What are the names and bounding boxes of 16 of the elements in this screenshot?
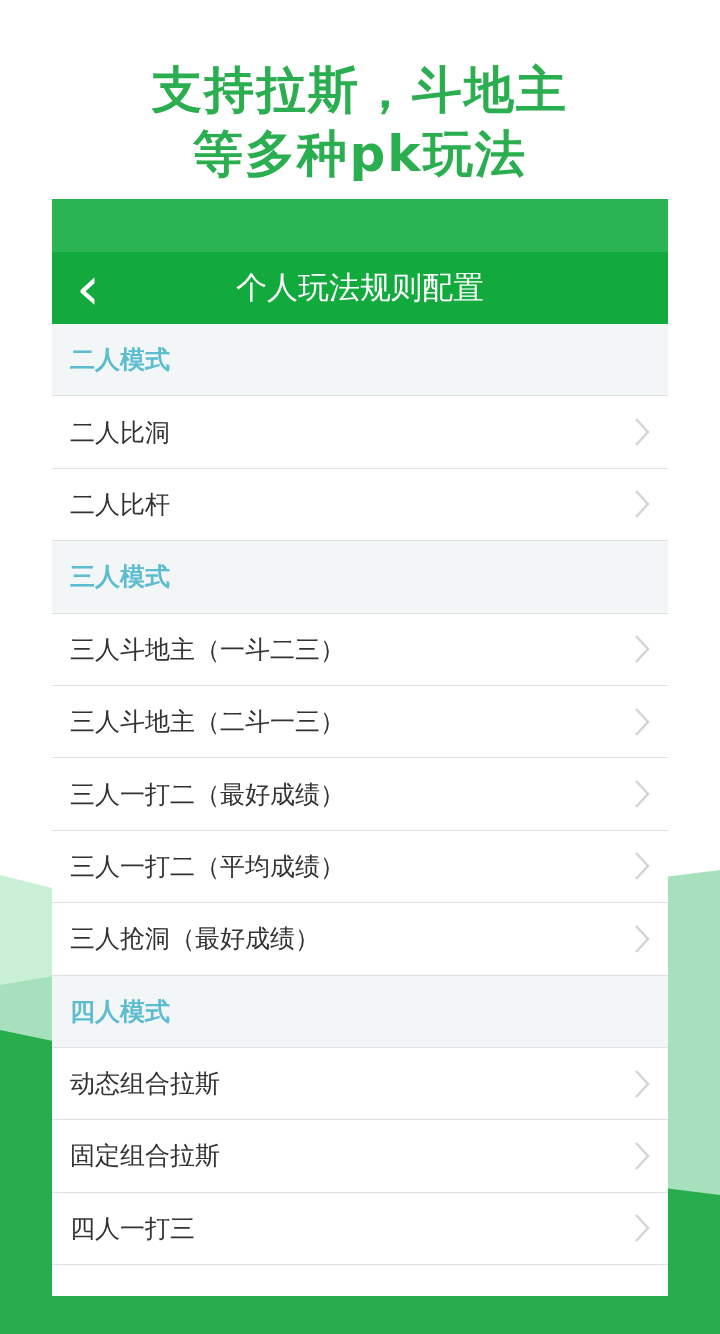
chevron-icon	[634, 417, 650, 448]
chevron-icon	[634, 851, 650, 882]
page-title: 个人玩法规则配置	[236, 268, 484, 307]
chevron-icon	[634, 779, 650, 810]
chevron-icon	[634, 1213, 650, 1244]
chevron-icon	[634, 923, 650, 954]
chevron-icon	[634, 1068, 650, 1099]
chevron-icon	[634, 706, 650, 737]
section-header: 四人模式	[52, 975, 668, 1048]
headline-text: 支持拉斯，斗地主	[152, 60, 568, 121]
chevron-icon	[634, 489, 650, 520]
chevron-icon	[634, 1141, 650, 1171]
chevron-icon	[634, 634, 650, 665]
headline-text: 等多种pk玩法	[193, 124, 527, 185]
section-header: 三人模式	[52, 541, 668, 614]
section-header: 二人模式	[52, 324, 668, 397]
